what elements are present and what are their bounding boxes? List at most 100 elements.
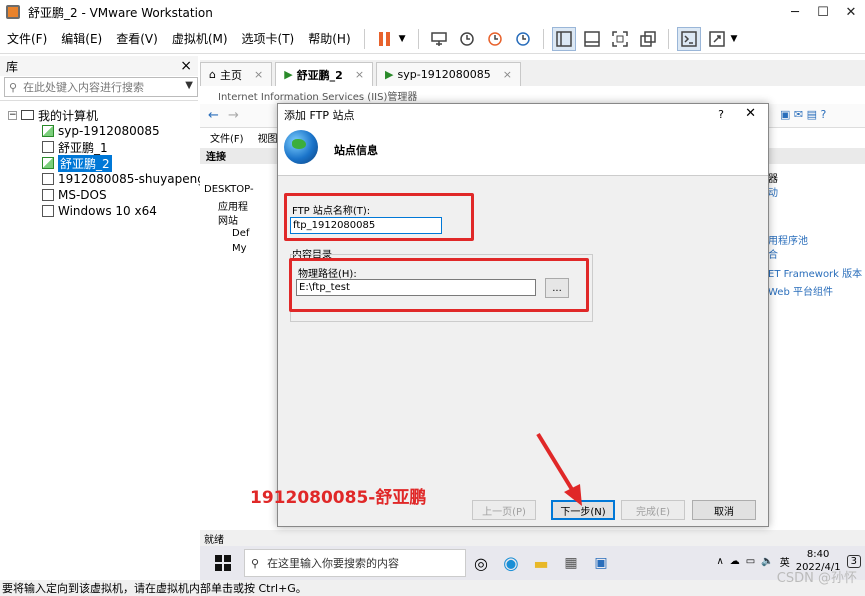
iis-action-link[interactable]: 合 (768, 246, 778, 261)
iis-tree-server[interactable]: DESKTOP- (204, 184, 254, 195)
iis-action-link[interactable]: 动 (768, 184, 778, 199)
csdn-watermark: CSDN @孙怀 (776, 571, 857, 586)
taskbar-search-input[interactable]: ⚲ 在这里输入你要搜索的内容 (244, 549, 466, 577)
dialog-title: 添加 FTP 站点 (284, 109, 355, 122)
menu-file[interactable]: 文件(F) (0, 30, 54, 47)
menu-help[interactable]: 帮助(H) (301, 30, 357, 47)
console-view-icon[interactable] (676, 26, 701, 51)
annotation-label: 1912080085-舒亚鹏 (250, 488, 427, 508)
library-close-icon[interactable]: × (180, 58, 192, 74)
collapse-icon[interactable]: − (8, 110, 17, 120)
iis-window-title: Internet Information Services (IIS)管理器 (200, 86, 865, 104)
tree-vm-item[interactable]: MS-DOS (42, 187, 107, 203)
iis-action-link[interactable]: 用程序池 (768, 232, 808, 247)
menu-tabs[interactable]: 选项卡(T) (235, 30, 302, 47)
iis-manager-taskbar-icon[interactable]: ▣ (586, 548, 616, 578)
file-explorer-icon[interactable]: ▬ (526, 548, 556, 578)
send-keys-icon[interactable] (427, 27, 451, 51)
pause-icon[interactable] (373, 27, 397, 51)
pause-dropdown-icon[interactable]: ▼ (399, 34, 406, 44)
windows-start-icon[interactable] (210, 550, 236, 576)
dialog-header: 站点信息 (278, 126, 768, 176)
back-icon[interactable]: ← (208, 108, 219, 123)
tab-label: syp-1912080085 (397, 68, 491, 81)
iis-tree-site[interactable]: Def (232, 228, 249, 239)
iis-tree-app-pools[interactable]: 应用程 (218, 198, 248, 213)
forward-icon[interactable]: → (228, 108, 239, 123)
search-dropdown-icon[interactable]: ▼ (185, 80, 193, 91)
toolbar-separator (542, 28, 544, 49)
tab-label: 舒亚鹏_2 (296, 68, 343, 82)
vm-label: 1912080085-shuyapeng (58, 172, 205, 186)
library-search-input[interactable]: ⚲ 在此处键入内容进行搜索 ▼ (4, 77, 198, 97)
library-title: 库 (6, 59, 19, 74)
stretch-guest-icon[interactable] (705, 27, 729, 51)
vm-icon (42, 141, 54, 153)
snapshot-manager-icon[interactable] (511, 27, 535, 51)
library-header: 库 × (0, 56, 198, 76)
close-icon[interactable]: ✕ (837, 0, 865, 24)
iis-action-link[interactable]: Web 平台组件 (768, 283, 833, 298)
iis-action-link[interactable]: ET Framework 版本 (768, 265, 862, 280)
tab-close-icon[interactable]: × (254, 68, 263, 81)
stretch-dropdown-icon[interactable]: ▼ (731, 34, 738, 44)
help-icon[interactable]: ? (718, 108, 724, 121)
menu-view[interactable]: 查看(V) (109, 30, 165, 47)
tree-root-label: 我的计算机 (38, 108, 99, 123)
toolbar-separator (667, 28, 669, 49)
window-titlebar: 舒亚鹏_2 - VMware Workstation ─ ☐ ✕ (0, 0, 865, 24)
show-thumbnail-icon[interactable] (580, 27, 604, 51)
show-library-icon[interactable] (551, 26, 576, 51)
vm-icon (42, 173, 54, 185)
vm-running-icon (42, 157, 54, 169)
library-tree: − 我的计算机 syp-1912080085 舒亚鹏_1 舒亚鹏_2 19120… (0, 100, 205, 580)
maximize-icon[interactable]: ☐ (809, 0, 837, 24)
store-icon[interactable]: ▦ (556, 548, 586, 578)
search-icon: ⚲ (9, 80, 18, 94)
fullscreen-icon[interactable] (608, 27, 632, 51)
minimize-icon[interactable]: ─ (781, 0, 809, 24)
window-title: 舒亚鹏_2 - VMware Workstation (28, 5, 213, 20)
task-view-icon[interactable]: ◎ (466, 548, 496, 578)
tab-close-icon[interactable]: × (355, 68, 364, 81)
iis-toolbar-icons[interactable]: ▣ ✉ ▤ ? (780, 108, 826, 121)
tree-vm-item[interactable]: Windows 10 x64 (42, 203, 157, 219)
tab-close-icon[interactable]: × (503, 68, 512, 81)
iis-menu-file[interactable]: 文件(F) (210, 130, 244, 145)
menu-edit[interactable]: 编辑(E) (54, 30, 109, 47)
prev-button[interactable]: 上一页(P) (472, 500, 536, 520)
edge-browser-icon[interactable]: ◉ (496, 548, 526, 578)
volume-icon[interactable]: 🔈 (761, 556, 773, 567)
iis-tree-sites[interactable]: 网站 (218, 212, 238, 227)
tree-vm-item-selected[interactable]: 舒亚鹏_2 (42, 154, 112, 172)
taskbar-search-placeholder: 在这里输入你要搜索的内容 (267, 557, 400, 570)
revert-snapshot-icon[interactable] (483, 27, 507, 51)
monitor-icon[interactable]: ▭ (746, 556, 755, 567)
highlight-box-site-name (284, 193, 474, 241)
network-icon[interactable]: ☁ (730, 556, 740, 567)
tree-vm-item[interactable]: 1912080085-shuyapeng (42, 171, 205, 187)
cancel-button[interactable]: 取消 (692, 500, 756, 520)
notification-badge[interactable]: 3 (846, 554, 861, 568)
vm-label: 舒亚鹏_2 (58, 154, 112, 172)
menu-vm[interactable]: 虚拟机(M) (165, 30, 235, 47)
guest-taskbar: ⚲ 在这里输入你要搜索的内容 ◎ ◉ ▬ ▦ ▣ ∧ ☁ ▭ 🔈 英 8:40 … (200, 546, 865, 580)
tab-vm[interactable]: ▶ syp-1912080085 × (376, 62, 521, 86)
unity-icon[interactable] (636, 27, 660, 51)
vm-label: Windows 10 x64 (58, 204, 157, 218)
iis-actions-panel: 器 动 用程序池 合 ET Framework 版本 Web 平台组件 (766, 148, 865, 528)
tree-vm-item[interactable]: 舒亚鹏_1 (42, 139, 108, 155)
annotation-arrow-icon (536, 432, 582, 506)
iis-status-bar: 就绪 (200, 530, 865, 546)
tree-vm-item[interactable]: syp-1912080085 (42, 123, 160, 139)
finish-button[interactable]: 完成(E) (621, 500, 685, 520)
vmware-status-bar: 要将输入定向到该虚拟机，请在虚拟机内部单击或按 Ctrl+G。 (0, 580, 865, 596)
dialog-close-icon[interactable]: ✕ (745, 106, 756, 121)
snapshot-icon[interactable] (455, 27, 479, 51)
tab-current-vm[interactable]: ▶ 舒亚鹏_2 × (275, 62, 374, 86)
iis-connections-header: 连接 (200, 148, 280, 164)
iis-tree-site[interactable]: My (232, 243, 247, 254)
tree-root-my-computer[interactable]: − 我的计算机 (8, 107, 98, 123)
tab-home[interactable]: ⌂ 主页 × (200, 62, 273, 86)
tray-chevron-icon[interactable]: ∧ (716, 556, 723, 567)
